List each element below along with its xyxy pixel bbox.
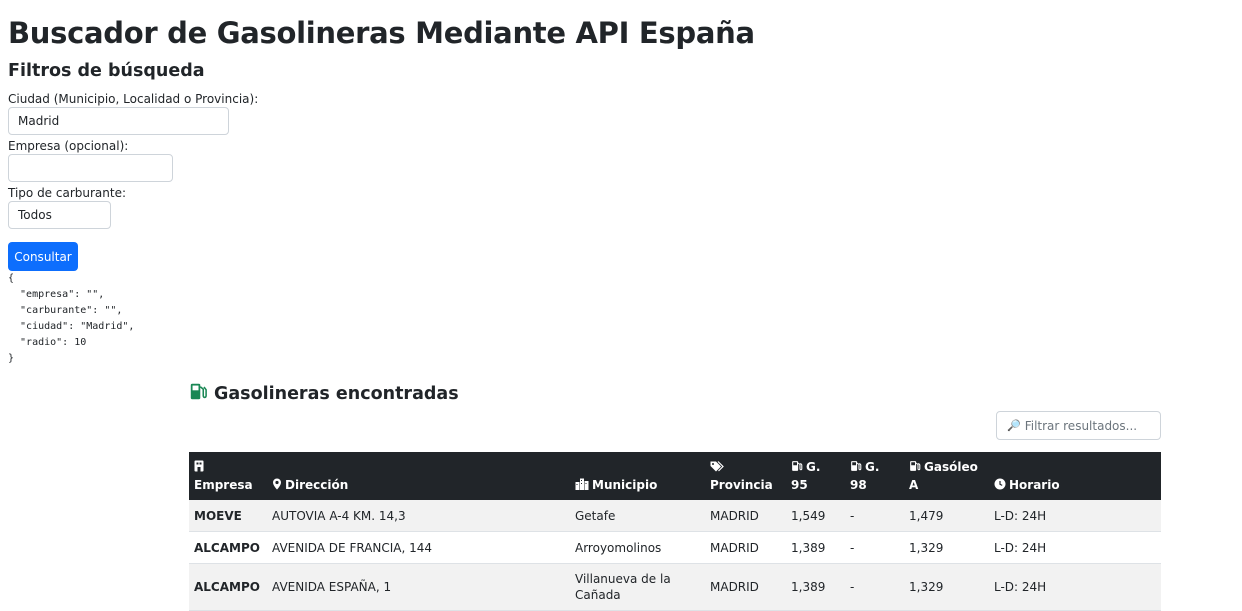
cell-provincia: MADRID	[710, 540, 759, 555]
cell-g95: 1,549	[791, 508, 826, 523]
results-heading: Gasolineras encontradas	[189, 382, 459, 406]
fuel-type-label: Tipo de carburante:	[8, 186, 127, 200]
column-municipio[interactable]: Municipio	[570, 452, 705, 500]
column-direccion-label: Dirección	[285, 478, 349, 492]
building-icon	[194, 460, 204, 472]
cell-g95: 1,389	[791, 580, 826, 594]
consultar-button[interactable]: Consultar	[8, 242, 78, 271]
cell-g98: -	[850, 580, 855, 594]
cell-gasoleo: 1,479	[909, 508, 944, 523]
cell-g98: -	[850, 540, 855, 555]
city-input[interactable]: Madrid	[8, 107, 229, 135]
fuel-pump-icon	[910, 461, 921, 471]
clock-icon	[994, 478, 1006, 490]
fuel-pump-icon	[189, 382, 214, 406]
column-provincia-label: Provincia	[710, 478, 773, 492]
map-pin-icon	[273, 478, 281, 490]
column-direccion[interactable]: Dirección	[267, 452, 570, 500]
cell-municipio: Arroyomolinos	[575, 540, 662, 555]
column-municipio-label: Municipio	[592, 478, 658, 492]
cell-empresa: MOEVE	[194, 508, 242, 523]
tags-icon	[710, 461, 724, 472]
company-label: Empresa (opcional):	[8, 139, 129, 153]
cell-horario: L-D: 24H	[994, 508, 1047, 523]
filter-results-input[interactable]: 🔎 Filtrar resultados...	[996, 411, 1161, 440]
request-json-output: { "empresa": "", "carburante": "", "ciud…	[8, 273, 135, 364]
column-empresa[interactable]: Empresa	[189, 452, 267, 500]
column-horario[interactable]: Horario	[989, 452, 1161, 500]
cell-provincia: MADRID	[710, 580, 759, 594]
results-table: Empresa Dirección Municipio Provincia G.…	[189, 452, 1161, 611]
column-g98[interactable]: G. 98	[845, 452, 904, 500]
cell-empresa: ALCAMPO	[194, 540, 260, 555]
table-row[interactable]: MOEVE AUTOVIA A-4 KM. 14,3 Getafe MADRID…	[189, 500, 1161, 532]
cell-municipio: Villanueva de la Cañada	[575, 572, 671, 602]
table-row[interactable]: ALCAMPO AVENIDA ESPAÑA, 1 Villanueva de …	[189, 563, 1161, 611]
filter-results-placeholder: Filtrar resultados...	[1024, 418, 1138, 433]
company-input[interactable]	[8, 154, 173, 182]
column-horario-label: Horario	[1009, 478, 1060, 492]
magnifier-icon: 🔎	[1007, 419, 1021, 432]
fuel-pump-icon	[792, 461, 803, 471]
cell-g95: 1,389	[791, 540, 826, 555]
fuel-type-select[interactable]: Todos	[8, 201, 111, 229]
column-gasoleo[interactable]: Gasóleo A	[904, 452, 989, 500]
column-empresa-label: Empresa	[194, 478, 253, 492]
city-icon	[575, 478, 589, 490]
cell-gasoleo: 1,329	[909, 540, 944, 555]
fuel-pump-icon	[851, 461, 862, 471]
cell-direccion: AVENIDA DE FRANCIA, 144	[272, 540, 433, 555]
cell-g98: -	[850, 508, 855, 523]
cell-empresa: ALCAMPO	[194, 580, 260, 594]
city-label: Ciudad (Municipio, Localidad o Provincia…	[8, 92, 259, 106]
results-title: Gasolineras encontradas	[214, 384, 459, 404]
filters-title: Filtros de búsqueda	[8, 61, 205, 81]
cell-gasoleo: 1,329	[909, 580, 944, 594]
table-header-row: Empresa Dirección Municipio Provincia G.…	[189, 452, 1161, 500]
cell-provincia: MADRID	[710, 508, 759, 523]
cell-direccion: AVENIDA ESPAÑA, 1	[272, 580, 392, 594]
column-g95[interactable]: G. 95	[786, 452, 845, 500]
cell-municipio: Getafe	[575, 508, 616, 523]
cell-horario: L-D: 24H	[994, 580, 1047, 594]
column-provincia[interactable]: Provincia	[705, 452, 786, 500]
cell-horario: L-D: 24H	[994, 540, 1047, 555]
page-title: Buscador de Gasolineras Mediante API Esp…	[8, 16, 755, 50]
table-row[interactable]: ALCAMPO AVENIDA DE FRANCIA, 144 Arroyomo…	[189, 531, 1161, 564]
cell-direccion: AUTOVIA A-4 KM. 14,3	[272, 508, 406, 523]
